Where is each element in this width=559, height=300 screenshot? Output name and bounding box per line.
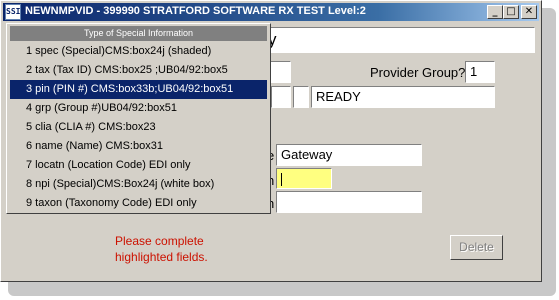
close-button[interactable]: ✕ bbox=[521, 5, 537, 19]
delete-button[interactable]: Delete bbox=[450, 235, 503, 260]
page-heading-field: y bbox=[263, 27, 535, 53]
provider-group-label: Provider Group? bbox=[370, 65, 466, 80]
status-code-field-1[interactable] bbox=[271, 86, 291, 108]
dropdown-item-pin[interactable]: 3 pin (PIN #) CMS:box33b;UB04/92:box51 bbox=[10, 80, 267, 99]
provider-group-input[interactable]: 1 bbox=[465, 61, 495, 83]
third-field[interactable] bbox=[276, 191, 422, 213]
dropdown-header: Type of Special Information bbox=[10, 26, 267, 41]
app-window: SSI NEWNMPVID - 399990 STRATFORD SOFTWAR… bbox=[0, 0, 542, 282]
app-logo-icon: SSI bbox=[5, 4, 21, 20]
maximize-button[interactable]: □ bbox=[503, 5, 519, 19]
validation-message-line2: highlighted fields. bbox=[115, 250, 208, 264]
dropdown-item-clia[interactable]: 5 clia (CLIA #) CMS:box23 bbox=[10, 118, 267, 137]
dropdown-item-tax[interactable]: 2 tax (Tax ID) CMS:box25 ;UB04/92:box5 bbox=[10, 61, 267, 80]
dropdown-item-locatn[interactable]: 7 locatn (Location Code) EDI only bbox=[10, 156, 267, 175]
dropdown-item-spec[interactable]: 1 spec (Special)CMS:box24j (shaded) bbox=[10, 42, 267, 61]
minimize-button[interactable]: _ bbox=[487, 5, 503, 19]
title-bar[interactable]: SSI NEWNMPVID - 399990 STRATFORD SOFTWAR… bbox=[3, 3, 539, 21]
dropdown-item-taxon[interactable]: 9 taxon (Taxonomy Code) EDI only bbox=[10, 194, 267, 213]
window-title: NEWNMPVID - 399990 STRATFORD SOFTWARE RX… bbox=[25, 5, 366, 17]
dropdown-item-npi[interactable]: 8 npi (Special)CMS:Box24j (white box) bbox=[10, 175, 267, 194]
validation-message: Please complete highlighted fields. bbox=[115, 233, 208, 265]
status-code-field-2[interactable] bbox=[293, 86, 309, 108]
dropdown-item-grp[interactable]: 4 grp (Group #)UB04/92:box51 bbox=[10, 99, 267, 118]
special-info-type-dropdown[interactable]: Type of Special Information 1 spec (Spec… bbox=[6, 23, 271, 214]
status-field[interactable]: READY bbox=[311, 86, 495, 108]
gateway-field[interactable]: Gateway bbox=[276, 144, 422, 166]
dropdown-item-name[interactable]: 6 name (Name) CMS:box31 bbox=[10, 137, 267, 156]
required-field[interactable] bbox=[276, 168, 332, 189]
text-cursor bbox=[281, 173, 282, 187]
validation-message-line1: Please complete bbox=[115, 234, 204, 248]
